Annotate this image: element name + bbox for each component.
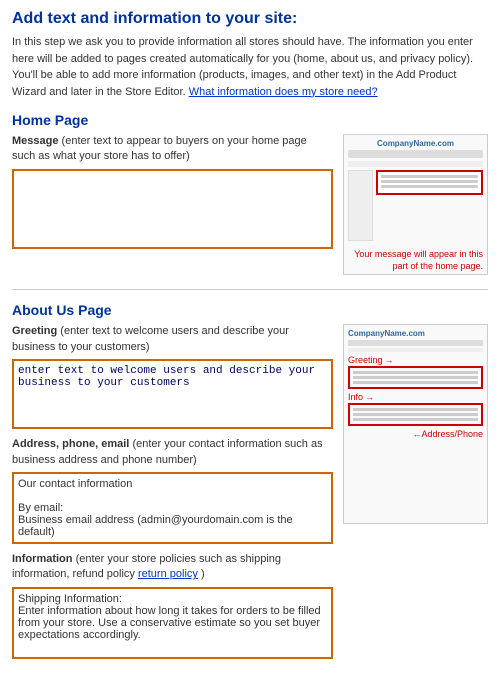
g-line — [353, 371, 478, 374]
i-line — [353, 408, 478, 411]
address-phone-label: ←Address/Phone — [348, 429, 483, 439]
preview-lines — [378, 172, 481, 193]
greeting-box — [348, 366, 483, 389]
g-line — [353, 376, 478, 379]
info-preview-label: Info — [348, 392, 363, 402]
preview-main-content — [376, 170, 483, 195]
about-preview-body: Greeting → Info — [348, 355, 483, 439]
greeting-textarea[interactable] — [12, 359, 333, 429]
preview-company-name: CompanyName.com — [377, 139, 454, 148]
about-preview-col: CompanyName.com Greeting → — [343, 324, 488, 524]
information-label: Information (enter your store policies s… — [12, 552, 333, 583]
i-line — [353, 418, 478, 421]
greeting-label: Greeting (enter text to welcome users an… — [12, 324, 333, 355]
greeting-arrow: → — [385, 355, 394, 365]
home-page-section: Home Page Message (enter text to appear … — [12, 112, 488, 275]
about-page-section: About Us Page Greeting (enter text to we… — [12, 302, 488, 658]
section-divider — [12, 289, 488, 290]
preview-main-area — [376, 170, 483, 241]
about-preview-company: CompanyName.com — [348, 329, 483, 338]
preview-content-area — [348, 170, 483, 241]
info-preview-label-row: Info → — [348, 392, 483, 402]
home-arrow-label: Your message will appear in this part of… — [344, 247, 487, 274]
preview-left-nav — [348, 170, 373, 241]
greeting-preview-label: Greeting — [348, 355, 383, 365]
preview-nav-bar — [348, 161, 483, 167]
home-page-title: Home Page — [12, 112, 488, 128]
about-preview-topbar — [348, 340, 483, 346]
preview-line — [381, 175, 478, 178]
i-line — [353, 413, 478, 416]
about-greeting-container: Greeting → — [348, 355, 483, 389]
about-page-inputs: Greeting (enter text to welcome users an… — [12, 324, 333, 658]
about-preview-main: Greeting → Info — [348, 355, 483, 439]
home-message-label: Message (enter text to appear to buyers … — [12, 134, 333, 165]
page-title: Add text and information to your site: — [12, 10, 488, 28]
info-link[interactable]: What information does my store need? — [189, 86, 378, 98]
home-message-textarea[interactable] — [12, 169, 333, 249]
address-label: Address, phone, email (enter your contac… — [12, 437, 333, 468]
intro-paragraph: In this step we ask you to provide infor… — [12, 34, 488, 100]
preview-line — [381, 185, 478, 188]
home-preview-col: CompanyName.com — [343, 134, 488, 275]
about-info-container: Info → — [348, 392, 483, 426]
home-page-content: Message (enter text to appear to buyers … — [12, 134, 488, 275]
information-textarea[interactable] — [12, 587, 333, 659]
info-box — [348, 403, 483, 426]
return-policy-link[interactable]: return policy — [138, 568, 198, 580]
home-page-inputs: Message (enter text to appear to buyers … — [12, 134, 333, 249]
about-preview-image: CompanyName.com Greeting → — [343, 324, 488, 524]
about-page-content: Greeting (enter text to welcome users an… — [12, 324, 488, 658]
preview-top-bar — [348, 150, 483, 158]
greeting-preview-label-row: Greeting → — [348, 355, 483, 365]
about-page-title: About Us Page — [12, 302, 488, 318]
g-line — [353, 381, 478, 384]
home-preview-image: CompanyName.com — [343, 134, 488, 275]
preview-line — [381, 180, 478, 183]
info-arrow: → — [365, 392, 374, 402]
about-preview-navbar — [348, 348, 483, 352]
home-preview-mockup: CompanyName.com — [344, 135, 487, 245]
